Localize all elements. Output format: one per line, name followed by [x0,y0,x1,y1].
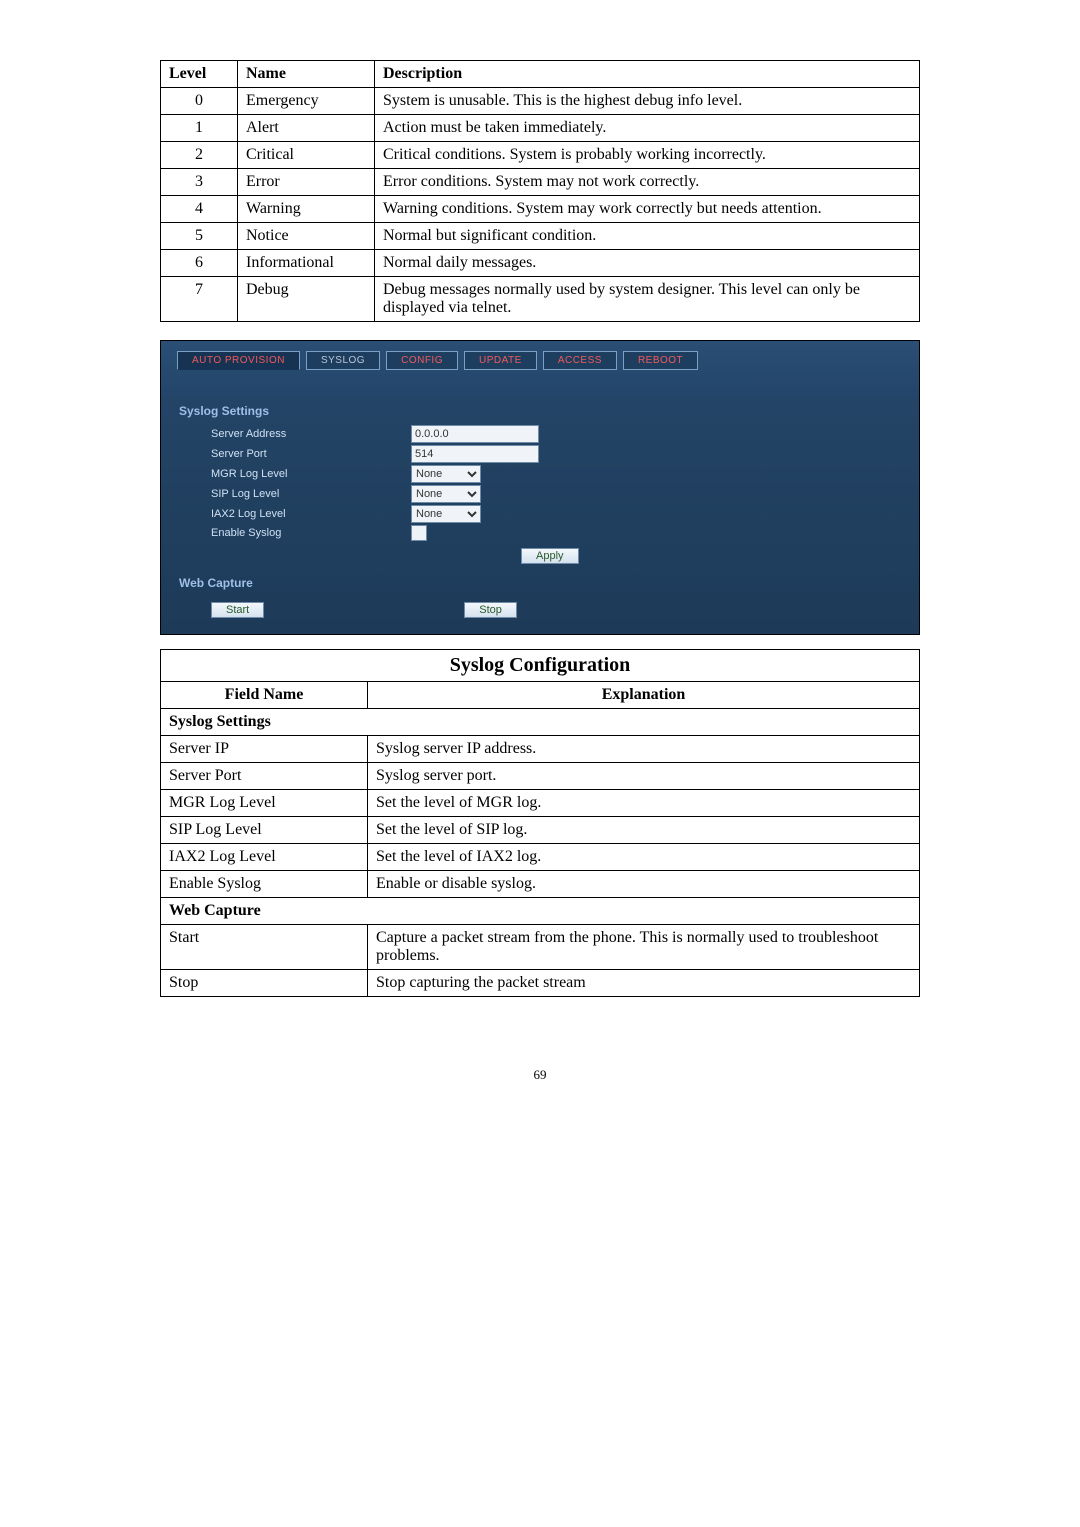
table-row: Server PortSyslog server port. [161,763,920,790]
table-row: 2CriticalCritical conditions. System is … [161,142,920,169]
table-row: 4WarningWarning conditions. System may w… [161,196,920,223]
table-row: 1AlertAction must be taken immediately. [161,115,920,142]
tab-reboot[interactable]: REBOOT [623,351,698,370]
table-row: StopStop capturing the packet stream [161,970,920,997]
th-explanation: Explanation [368,682,920,709]
table-row: 6InformationalNormal daily messages. [161,250,920,277]
th-name: Name [238,61,375,88]
tab-bar: AUTO PROVISION SYSLOG CONFIG UPDATE ACCE… [161,341,919,398]
label-server-port: Server Port [211,448,411,460]
tab-access[interactable]: ACCESS [543,351,617,370]
table-row: 7DebugDebug messages normally used by sy… [161,277,920,322]
select-sip-log-level[interactable]: None [411,485,481,503]
tab-update[interactable]: UPDATE [464,351,537,370]
table-row: 5NoticeNormal but significant condition. [161,223,920,250]
th-level: Level [161,61,238,88]
table-row: 3ErrorError conditions. System may not w… [161,169,920,196]
syslog-config-table: Syslog Configuration Field Name Explanat… [160,649,920,997]
table-row: SIP Log LevelSet the level of SIP log. [161,817,920,844]
label-sip-log-level: SIP Log Level [211,488,411,500]
label-iax2-log-level: IAX2 Log Level [211,508,411,520]
table-row: StartCapture a packet stream from the ph… [161,925,920,970]
label-server-address: Server Address [211,428,411,440]
syslog-settings-heading: Syslog Settings [161,398,919,424]
tab-syslog[interactable]: SYSLOG [306,351,380,370]
th-desc: Description [375,61,920,88]
table-row: MGR Log LevelSet the level of MGR log. [161,790,920,817]
section-syslog-settings: Syslog Settings [161,709,920,736]
syslog-screenshot: AUTO PROVISION SYSLOG CONFIG UPDATE ACCE… [160,340,920,635]
apply-button[interactable]: Apply [521,548,579,564]
label-mgr-log-level: MGR Log Level [211,468,411,480]
input-server-port[interactable] [411,445,539,463]
table-row: Enable SyslogEnable or disable syslog. [161,871,920,898]
section-web-capture: Web Capture [161,898,920,925]
select-iax2-log-level[interactable]: None [411,505,481,523]
input-server-address[interactable] [411,425,539,443]
tab-auto-provision[interactable]: AUTO PROVISION [177,351,300,370]
table-row: 0EmergencySystem is unusable. This is th… [161,88,920,115]
debug-levels-table: Level Name Description 0EmergencySystem … [160,60,920,322]
checkbox-enable-syslog[interactable] [411,525,427,541]
table-row: IAX2 Log LevelSet the level of IAX2 log. [161,844,920,871]
table-row: Server IPSyslog server IP address. [161,736,920,763]
start-button[interactable]: Start [211,602,264,618]
th-field-name: Field Name [161,682,368,709]
label-enable-syslog: Enable Syslog [211,527,411,539]
page-number: 69 [160,1067,920,1083]
tab-config[interactable]: CONFIG [386,351,458,370]
config-title: Syslog Configuration [161,650,920,682]
select-mgr-log-level[interactable]: None [411,465,481,483]
stop-button[interactable]: Stop [464,602,517,618]
web-capture-heading: Web Capture [161,570,919,596]
